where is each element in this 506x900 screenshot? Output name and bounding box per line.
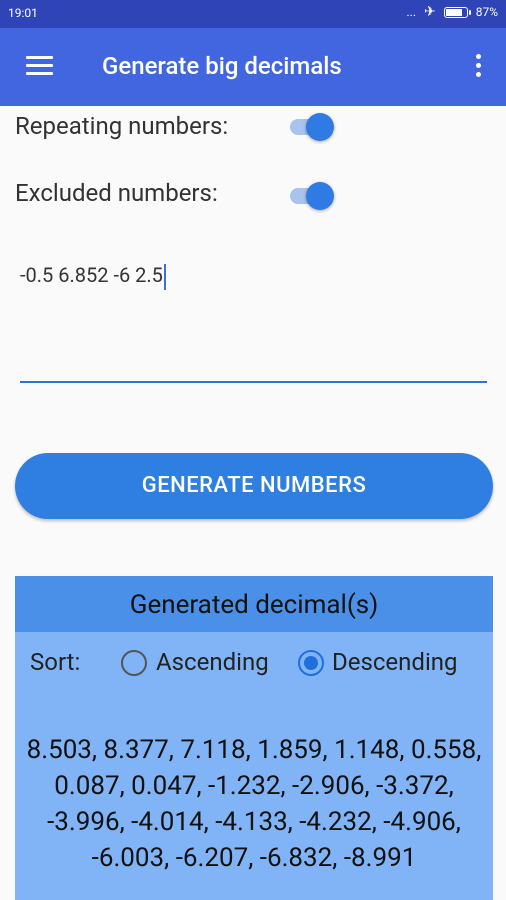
sort-ascending-label[interactable]: Ascending: [156, 648, 269, 676]
app-bar: Generate big decimals: [0, 28, 506, 106]
excluded-numbers-input[interactable]: -0.5 6.852 -6 2.5: [20, 255, 487, 383]
hamburger-menu-icon[interactable]: [26, 56, 53, 76]
text-cursor: [163, 263, 166, 290]
sort-label: Sort:: [30, 648, 81, 676]
battery-level: [445, 8, 463, 16]
sort-descending-radio[interactable]: [298, 650, 324, 676]
excluded-numbers-label: Excluded numbers:: [15, 179, 218, 207]
status-icons: ... ✈ 87%: [406, 5, 498, 19]
results-panel: Generated decimal(s) Sort: Ascending Des…: [15, 576, 493, 900]
status-time: 19:01: [8, 6, 38, 20]
results-header: Generated decimal(s): [15, 576, 493, 632]
more-notifications-icon: ...: [406, 5, 416, 19]
repeating-numbers-label: Repeating numbers:: [15, 112, 229, 140]
status-bar: 19:01 ... ✈ 87%: [0, 0, 506, 28]
repeating-numbers-switch[interactable]: [288, 111, 334, 141]
generated-numbers: 8.503, 8.377, 7.118, 1.859, 1.148, 0.558…: [26, 735, 482, 873]
app-title: Generate big decimals: [102, 52, 342, 80]
airplane-mode-icon: ✈: [423, 4, 436, 20]
excluded-numbers-value: -0.5 6.852 -6 2.5: [20, 263, 163, 287]
battery-icon: [443, 6, 471, 18]
generate-numbers-button[interactable]: GENERATE NUMBERS: [15, 453, 493, 519]
battery-percent: 87%: [475, 5, 498, 19]
sort-ascending-radio[interactable]: [121, 650, 147, 676]
sort-descending-label[interactable]: Descending: [332, 648, 458, 676]
overflow-menu-icon[interactable]: [476, 54, 482, 78]
excluded-numbers-switch[interactable]: [288, 180, 334, 210]
